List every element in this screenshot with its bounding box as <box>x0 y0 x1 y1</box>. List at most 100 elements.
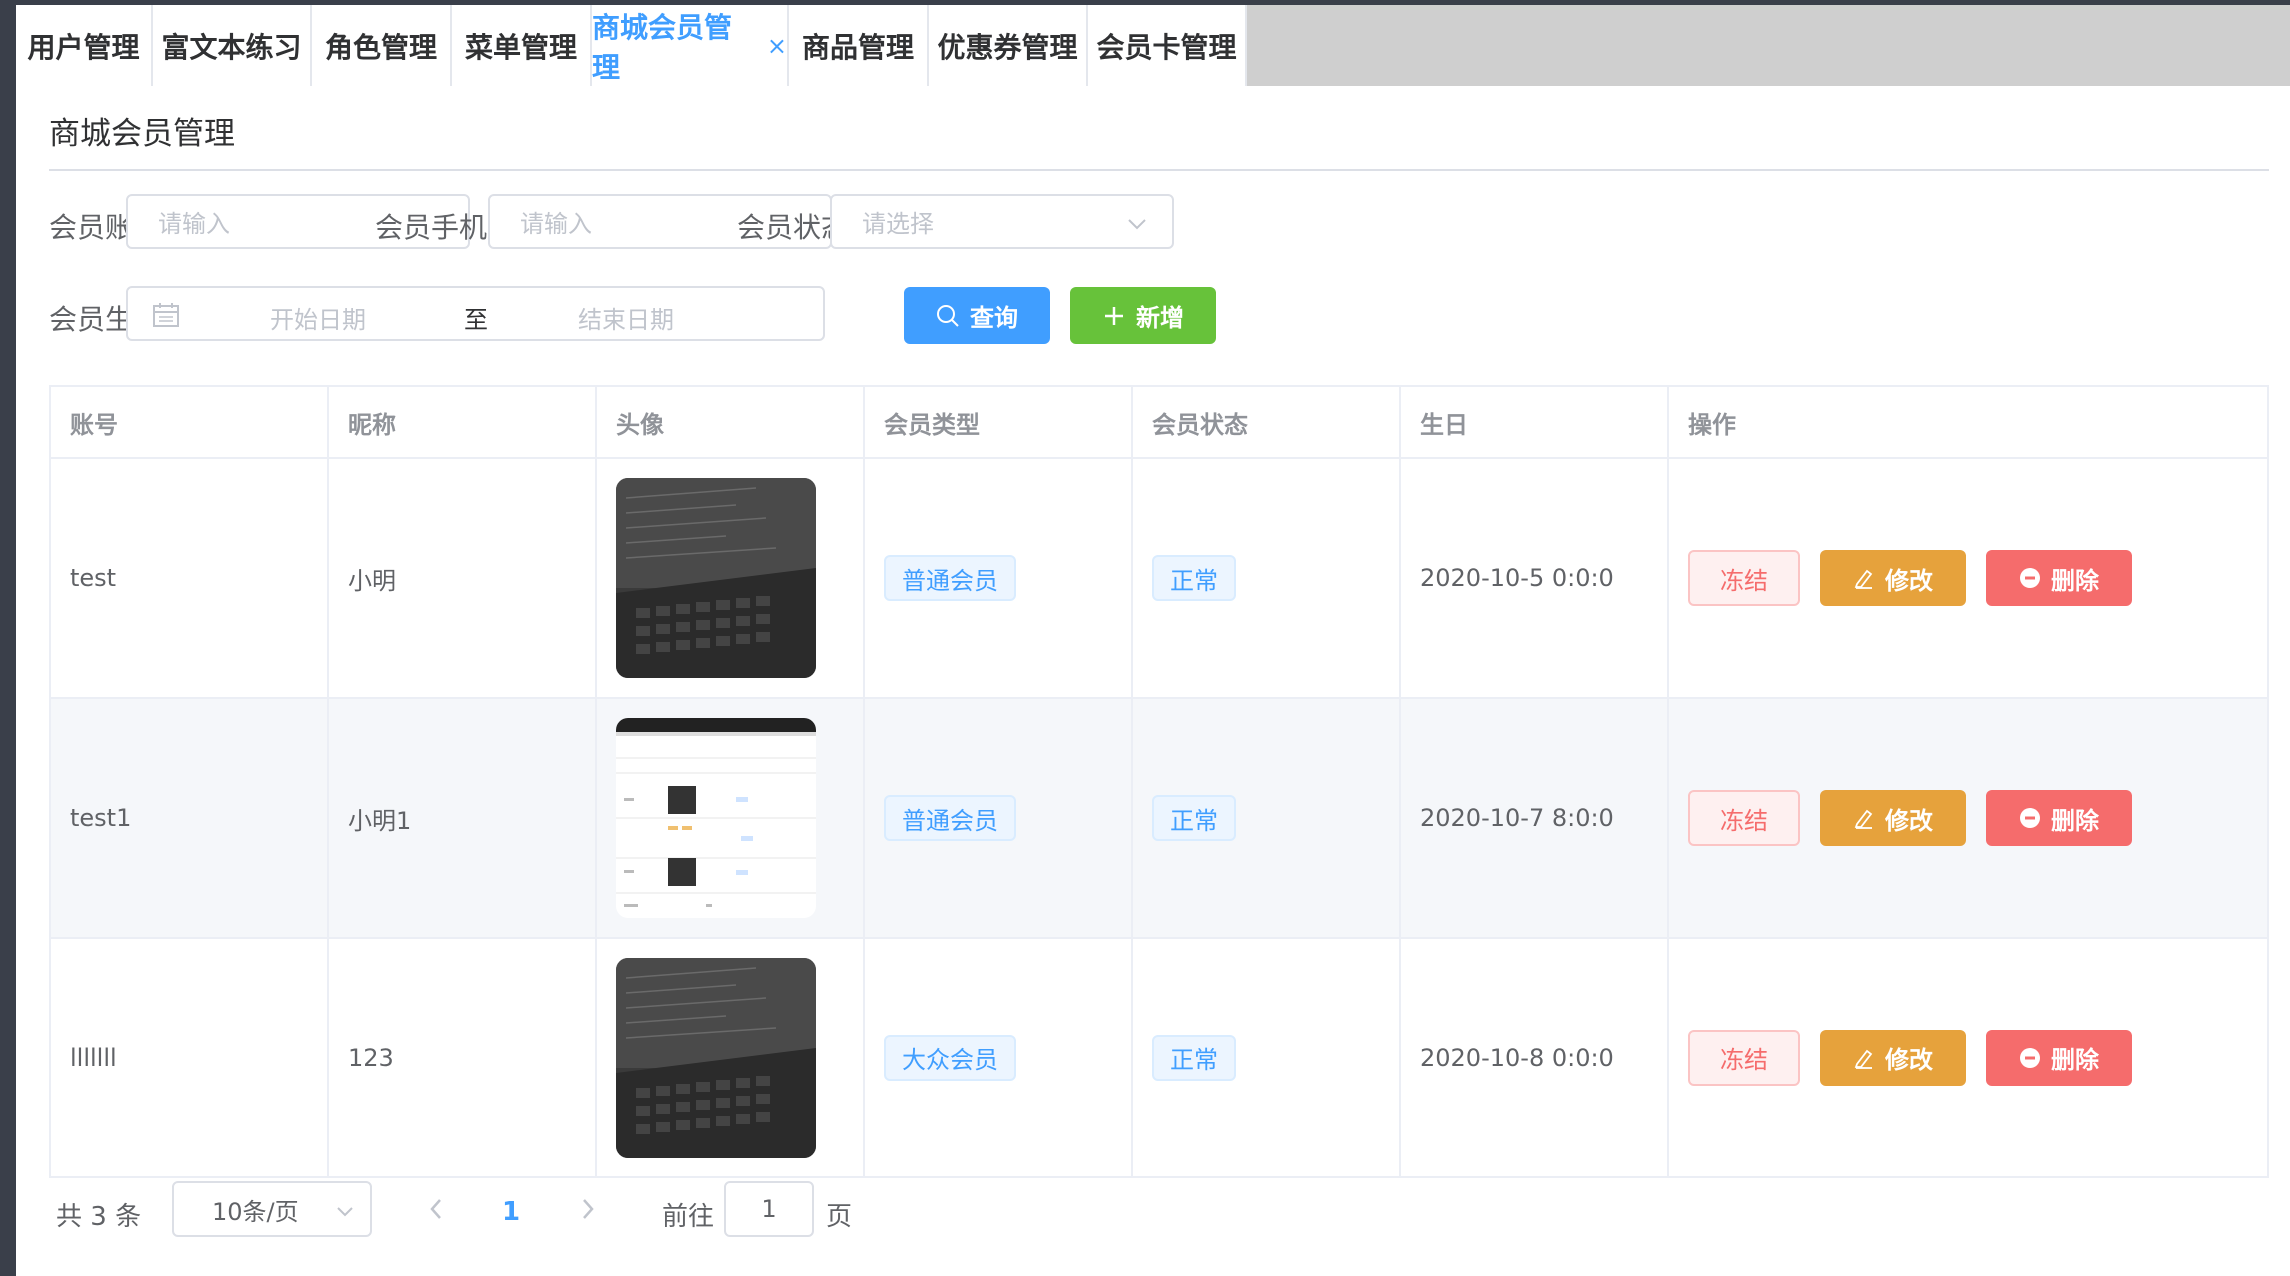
member-type-tag: 普通会员 <box>884 795 1016 841</box>
chevron-down-icon <box>1128 219 1146 230</box>
header-member-status: 会员状态 <box>1133 387 1401 457</box>
edit-button[interactable]: 修改 <box>1820 550 1966 606</box>
header-birthday: 生日 <box>1401 387 1669 457</box>
tab-label: 商城会员管理 <box>592 10 733 84</box>
cell-member-type: 大众会员 <box>865 939 1133 1176</box>
cell-nickname: 123 <box>329 939 597 1176</box>
tab-label: 角色管理 <box>324 30 437 64</box>
cell-account: lllllll <box>51 939 329 1176</box>
pagination-total: 共 3 条 <box>56 1202 142 1232</box>
edit-icon <box>1854 809 1873 829</box>
header-account: 账号 <box>51 387 329 457</box>
next-page-icon[interactable] <box>576 1194 600 1224</box>
member-type-tag: 大众会员 <box>884 1034 1016 1081</box>
start-date-input[interactable]: 开始日期 <box>270 300 366 335</box>
status-tag: 正常 <box>1152 1034 1236 1081</box>
tab-label: 优惠券管理 <box>937 30 1078 64</box>
edit-button-label: 修改 <box>1885 566 1933 595</box>
cell-actions: 冻结 修改 删除 <box>1669 459 2267 697</box>
birthday-range-picker[interactable]: 开始日期 至 结束日期 <box>126 286 825 341</box>
tab-coupon-management[interactable]: 优惠券管理 <box>929 5 1088 86</box>
add-button[interactable]: 新增 <box>1070 287 1216 344</box>
status-select[interactable]: 请选择 <box>830 194 1174 249</box>
cell-birthday: 2020-10-8 0:0:0 <box>1401 939 1669 1176</box>
tab-label: 商品管理 <box>801 30 914 64</box>
avatar[interactable] <box>616 718 816 918</box>
tab-menu-management[interactable]: 菜单管理 <box>452 5 592 86</box>
header-avatar: 头像 <box>597 387 865 457</box>
freeze-button[interactable]: 冻结 <box>1688 790 1800 846</box>
member-table: 账号 昵称 头像 会员类型 会员状态 生日 操作 test 小明 普通会员 正常… <box>49 385 2269 1178</box>
status-tag: 正常 <box>1152 795 1236 841</box>
page-size-value: 10条/页 <box>212 1197 299 1226</box>
delete-button[interactable]: 删除 <box>1986 550 2132 606</box>
cell-account: test1 <box>51 699 329 937</box>
divider <box>49 169 2269 171</box>
range-separator: 至 <box>464 306 488 334</box>
tab-user-management[interactable]: 用户管理 <box>16 5 153 86</box>
tab-label: 菜单管理 <box>464 30 577 64</box>
goto-page-input[interactable]: 1 <box>724 1181 814 1237</box>
cell-avatar <box>597 699 865 937</box>
cell-member-status: 正常 <box>1133 939 1401 1176</box>
edit-button-label: 修改 <box>1885 806 1933 835</box>
query-button[interactable]: 查询 <box>904 287 1050 344</box>
cell-nickname: 小明1 <box>329 699 597 937</box>
delete-button[interactable]: 删除 <box>1986 1029 2132 1086</box>
minus-circle-icon <box>2020 1047 2040 1068</box>
page-size-select[interactable]: 10条/页 <box>172 1181 372 1237</box>
laptop-photo-image <box>616 478 816 678</box>
table-row: lllllll 123 大众会员 正常 2020-10-8 0:0:0 冻结 修… <box>51 939 2267 1176</box>
edit-button[interactable]: 修改 <box>1820 1029 1966 1086</box>
search-icon <box>937 304 959 327</box>
app-window: 用户管理 富文本练习 角色管理 菜单管理 商城会员管理 × 商品管理 优惠券管理… <box>16 5 2290 1276</box>
page-title: 商城会员管理 <box>49 116 235 152</box>
cell-actions: 冻结 修改 删除 <box>1669 939 2267 1176</box>
tab-rich-text[interactable]: 富文本练习 <box>153 5 312 86</box>
table-row: test1 小明1 普通会员 正常 2020-10-7 8:0:0 冻结 修改 … <box>51 699 2267 939</box>
prev-page-icon[interactable] <box>424 1194 448 1224</box>
header-nickname: 昵称 <box>329 387 597 457</box>
cell-account: test <box>51 459 329 697</box>
close-icon[interactable]: × <box>767 32 787 60</box>
header-actions: 操作 <box>1688 410 1736 439</box>
cell-member-status: 正常 <box>1133 459 1401 697</box>
freeze-button[interactable]: 冻结 <box>1688 1029 1800 1086</box>
status-tag: 正常 <box>1152 555 1236 601</box>
current-page-number[interactable]: 1 <box>502 1197 520 1227</box>
table-row: test 小明 普通会员 正常 2020-10-5 0:0:0 冻结 修改 删除 <box>51 459 2267 699</box>
add-button-label: 新增 <box>1136 304 1184 332</box>
tab-label: 富文本练习 <box>161 30 302 64</box>
end-date-input[interactable]: 结束日期 <box>578 300 674 335</box>
delete-button-label: 删除 <box>2051 566 2099 595</box>
avatar[interactable] <box>616 957 816 1158</box>
tab-product-management[interactable]: 商品管理 <box>789 5 929 86</box>
tab-label: 用户管理 <box>27 30 140 64</box>
cell-avatar <box>597 459 865 697</box>
page-unit-label: 页 <box>826 1202 853 1232</box>
plus-icon <box>1105 306 1123 325</box>
minus-circle-icon <box>2020 808 2040 828</box>
header-member-type: 会员类型 <box>865 387 1133 457</box>
minus-circle-icon <box>2020 568 2040 588</box>
freeze-button[interactable]: 冻结 <box>1688 550 1800 606</box>
edit-button[interactable]: 修改 <box>1820 790 1966 846</box>
delete-button-label: 删除 <box>2051 806 2099 835</box>
chevron-down-icon <box>337 1207 353 1217</box>
tab-mall-member-management[interactable]: 商城会员管理 × <box>592 5 789 86</box>
cell-birthday: 2020-10-5 0:0:0 <box>1401 459 1669 697</box>
avatar[interactable] <box>616 478 816 678</box>
delete-button-label: 删除 <box>2051 1046 2099 1074</box>
status-select-placeholder: 请选择 <box>862 210 934 238</box>
cell-member-status: 正常 <box>1133 699 1401 937</box>
delete-button[interactable]: 删除 <box>1986 790 2132 846</box>
tab-member-card-management[interactable]: 会员卡管理 <box>1088 5 1247 86</box>
cell-member-type: 普通会员 <box>865 699 1133 937</box>
edit-button-label: 修改 <box>1885 1046 1933 1074</box>
cell-birthday: 2020-10-7 8:0:0 <box>1401 699 1669 937</box>
tab-label: 会员卡管理 <box>1096 30 1237 64</box>
edit-icon <box>1854 1049 1873 1069</box>
tab-bar: 用户管理 富文本练习 角色管理 菜单管理 商城会员管理 × 商品管理 优惠券管理… <box>16 5 2290 86</box>
goto-label: 前往 <box>662 1202 715 1232</box>
tab-role-management[interactable]: 角色管理 <box>312 5 452 86</box>
